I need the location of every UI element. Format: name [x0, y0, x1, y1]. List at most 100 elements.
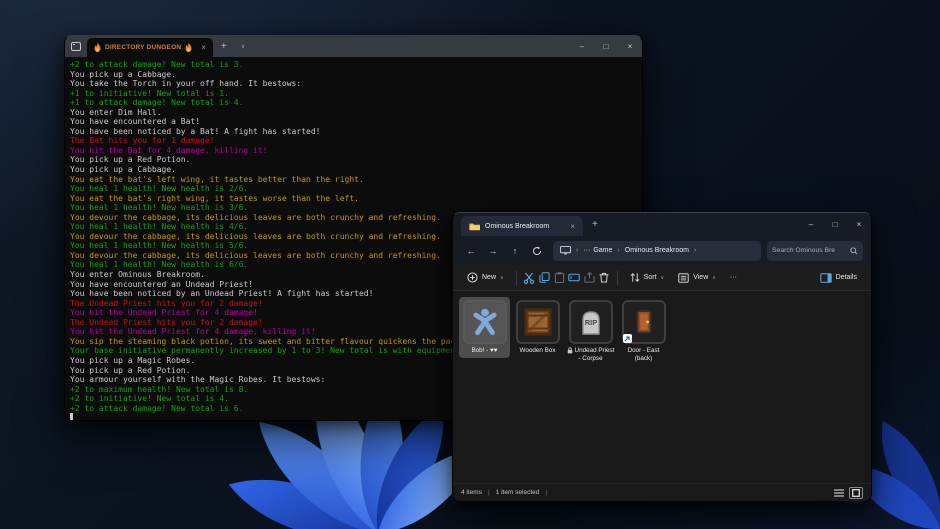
view-button-label: View [693, 274, 708, 281]
breadcrumb[interactable]: › ··· Game › Ominous Breakroom › [553, 241, 761, 261]
breadcrumb-chevron: › [692, 247, 698, 254]
sort-icon [630, 272, 640, 283]
search-input[interactable]: Search Ominous Bre [767, 241, 863, 261]
explorer-file-grid: Bob! - ♥♥ Wooden Box RIP Undead Priest -… [453, 291, 871, 483]
door-icon [622, 300, 666, 344]
terminal-line: You take the Torch in your off hand. It … [70, 79, 637, 89]
sort-button-label: Sort [644, 274, 657, 281]
terminal-titlebar[interactable]: DIRECTORY DUNGEON × + ∨ – □ × [65, 36, 642, 57]
terminal-line: You have been noticed by a Bat! A fight … [70, 127, 637, 137]
terminal-line: The Bat hits you for 1 damage! [70, 136, 637, 146]
tab-dropdown-icon[interactable]: ∨ [235, 43, 251, 50]
status-divider: | [488, 489, 490, 496]
rename-button[interactable] [568, 271, 581, 284]
text-cursor [70, 413, 73, 421]
file-item-label: Bob! - ♥♥ [471, 347, 497, 355]
file-item-undead-priest-corpse[interactable]: RIP Undead Priest - Corpse [565, 297, 616, 365]
selection-count: 1 item selected [496, 489, 540, 496]
minimize-button[interactable]: – [799, 213, 823, 236]
terminal-line: You eat the bat's right wing, it tastes … [70, 194, 637, 204]
terminal-line: +1 to initiative! New total is 1. [70, 89, 637, 99]
sort-button[interactable]: Sort ∨ [624, 268, 671, 288]
refresh-button[interactable] [527, 241, 547, 261]
explorer-tab[interactable]: Ominous Breakroom × [461, 216, 583, 236]
more-options-button[interactable]: ··· [724, 268, 743, 288]
close-button[interactable]: × [847, 213, 871, 236]
fire-icon [94, 43, 101, 52]
new-plus-icon [467, 272, 478, 283]
tab-close-icon[interactable]: × [201, 43, 206, 52]
new-tab-button[interactable]: + [213, 41, 235, 52]
view-button[interactable]: View ∨ [672, 268, 722, 288]
file-item-wooden-box[interactable]: Wooden Box [512, 297, 563, 358]
file-item-door-east[interactable]: Door - East (back) [618, 297, 669, 365]
explorer-titlebar[interactable]: Ominous Breakroom × + – □ × [453, 213, 871, 236]
new-tab-button[interactable]: + [583, 213, 607, 236]
new-button[interactable]: New ∨ [461, 268, 510, 288]
terminal-line: You enter Dim Hall. [70, 108, 637, 118]
new-button-label: New [482, 274, 496, 281]
explorer-address-bar: ← → ↑ › ··· Game › Ominous Breakroom › S… [453, 236, 871, 265]
file-item-label-line2: (back) [635, 355, 653, 363]
back-button[interactable]: ← [461, 241, 481, 261]
terminal-line: You pick up a Red Potion. [70, 155, 637, 165]
terminal-line: You pick up a Cabbage. [70, 70, 637, 80]
terminal-line: +1 to attack damage! New total is 4. [70, 98, 637, 108]
forward-button[interactable]: → [483, 241, 503, 261]
cut-button[interactable] [523, 271, 536, 284]
explorer-status-bar: 4 items | 1 item selected | [453, 483, 871, 501]
file-item-bob[interactable]: Bob! - ♥♥ [459, 297, 510, 358]
chevron-down-icon: ∨ [661, 275, 665, 281]
terminal-line: You heal 1 health! New health is 2/6. [70, 184, 637, 194]
breadcrumb-chevron: › [615, 247, 621, 254]
copy-button[interactable] [538, 271, 551, 284]
this-pc-icon [560, 246, 571, 255]
delete-button[interactable] [598, 271, 611, 284]
tombstone-icon: RIP [569, 300, 613, 344]
terminal-tab-title: DIRECTORY DUNGEON [105, 44, 181, 51]
list-view-toggle[interactable] [832, 487, 846, 499]
explorer-tab-title: Ominous Breakroom [485, 223, 549, 230]
folder-icon [469, 222, 480, 231]
paste-button[interactable] [553, 271, 566, 284]
chevron-down-icon: ∨ [712, 275, 716, 281]
share-button[interactable] [583, 271, 596, 284]
maximize-button[interactable]: □ [823, 213, 847, 236]
tab-close-icon[interactable]: × [570, 222, 575, 231]
details-button[interactable]: Details [814, 268, 863, 288]
terminal-app-icon [65, 36, 87, 57]
terminal-tab[interactable]: DIRECTORY DUNGEON × [87, 38, 213, 57]
shortcut-arrow-icon [623, 334, 632, 343]
toolbar-divider [617, 271, 618, 285]
breadcrumb-item-game[interactable]: Game [593, 247, 612, 254]
terminal-line: You eat the bat's left wing, it tastes b… [70, 175, 637, 185]
maximize-button[interactable]: □ [594, 36, 618, 57]
player-icon [463, 300, 507, 344]
search-placeholder: Search Ominous Bre [772, 247, 850, 254]
details-pane-icon [820, 273, 832, 283]
details-button-label: Details [836, 274, 857, 281]
desktop: DIRECTORY DUNGEON × + ∨ – □ × +2 to atta… [0, 0, 940, 529]
terminal-line: You pick up a Cabbage. [70, 165, 637, 175]
file-item-label-line2: - Corpse [578, 355, 602, 363]
close-button[interactable]: × [618, 36, 642, 57]
breadcrumb-ellipsis[interactable]: ··· [583, 247, 590, 254]
minimize-button[interactable]: – [570, 36, 594, 57]
breadcrumb-chevron: › [574, 247, 580, 254]
crate-icon [516, 300, 560, 344]
terminal-line: You hit the Bat for 4 damage, killing it… [70, 146, 637, 156]
terminal-line: You have encountered a Bat! [70, 117, 637, 127]
breadcrumb-item-current[interactable]: Ominous Breakroom [625, 247, 689, 254]
fire-icon [185, 43, 192, 52]
item-count: 4 items [461, 489, 482, 496]
toolbar-divider [516, 271, 517, 285]
view-icon [678, 273, 689, 283]
up-button[interactable]: ↑ [505, 241, 525, 261]
terminal-line: +2 to attack damage! New total is 3. [70, 60, 637, 70]
svg-text:RIP: RIP [584, 318, 597, 327]
chevron-down-icon: ∨ [500, 275, 504, 281]
file-item-label: Wooden Box [520, 347, 556, 355]
search-icon [850, 247, 858, 255]
thumbnail-view-toggle[interactable] [849, 487, 863, 499]
lock-icon [567, 347, 573, 354]
